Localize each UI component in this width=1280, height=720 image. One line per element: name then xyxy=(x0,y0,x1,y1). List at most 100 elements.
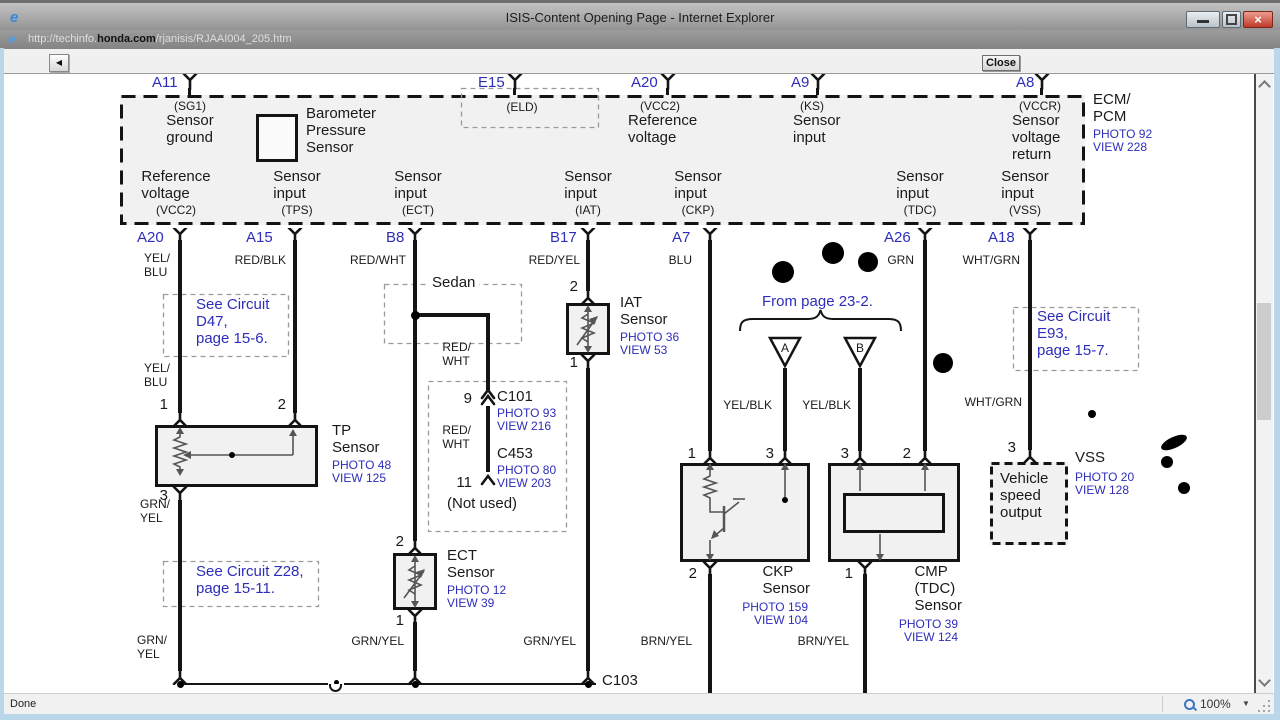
junction-dot xyxy=(176,680,184,688)
circuit-ref-link[interactable]: See Circuit E93, page 15-7. xyxy=(1037,308,1110,359)
window-frame-right xyxy=(1274,48,1280,720)
wire xyxy=(486,315,490,390)
pin-connector-icon xyxy=(916,226,934,245)
photo-link[interactable]: PHOTO 159 xyxy=(742,600,808,614)
photo-link[interactable]: PHOTO 20 xyxy=(1075,470,1134,484)
pin-number: 1 xyxy=(844,565,853,582)
wire xyxy=(1028,240,1032,450)
pin-label-a11: A11 xyxy=(152,74,178,91)
minimize-button[interactable] xyxy=(1186,11,1220,28)
view-link[interactable]: VIEW 53 xyxy=(620,343,667,357)
diagram-label: Sensor input xyxy=(674,168,722,202)
zoom-dropdown-icon[interactable]: ▼ xyxy=(1242,699,1250,708)
view-link[interactable]: VIEW 216 xyxy=(497,419,551,433)
pin-connector-icon xyxy=(479,472,497,488)
wire xyxy=(783,368,787,451)
circuit-ref-link[interactable]: See Circuit Z28, page 15-11. xyxy=(196,563,304,597)
close-window-button[interactable]: × xyxy=(1243,11,1273,28)
pin-connector-icon xyxy=(851,447,869,466)
view-link[interactable]: VIEW 128 xyxy=(1075,483,1129,497)
diagram-label: Sensor input xyxy=(793,112,841,146)
pin-connector-icon xyxy=(286,409,304,428)
wire xyxy=(178,500,182,671)
scroll-down-icon[interactable] xyxy=(1258,674,1271,687)
circuit-ref-link[interactable]: See Circuit D47, page 15-6. xyxy=(196,296,269,347)
photo-link[interactable]: PHOTO 80 xyxy=(497,463,556,477)
pin-number: 9 xyxy=(463,390,472,407)
pin-connector-icon xyxy=(1021,446,1039,465)
address-bar[interactable]: e http://techinfo.honda.com/rjanisis/RJA… xyxy=(0,30,1280,49)
status-separator xyxy=(1162,696,1163,712)
pin-connector-icon xyxy=(1033,72,1051,91)
pin-number: 2 xyxy=(395,533,404,550)
pin-number: 2 xyxy=(688,565,697,582)
pin-connector-icon xyxy=(406,537,424,556)
zoom-level[interactable]: 100% xyxy=(1200,697,1231,711)
diagram-label: (VCC2) xyxy=(155,203,197,217)
diagram-label: (VCC2) xyxy=(639,99,681,113)
view-link[interactable]: VIEW 228 xyxy=(1093,140,1147,154)
view-link[interactable]: VIEW 39 xyxy=(447,596,494,610)
diagram-label: Sensor input xyxy=(564,168,612,202)
photo-link[interactable]: PHOTO 92 xyxy=(1093,127,1152,141)
photo-link[interactable]: PHOTO 93 xyxy=(497,406,556,420)
photo-link[interactable]: PHOTO 36 xyxy=(620,330,679,344)
wire-color: YEL/BLK xyxy=(802,398,851,412)
pin-connector-icon xyxy=(506,72,524,91)
from-page-link[interactable]: From page 23-2. xyxy=(762,293,873,310)
vertical-scrollbar[interactable] xyxy=(1256,74,1273,693)
url-text[interactable]: http://techinfo.honda.com/rjanisis/RJAAI… xyxy=(28,33,292,45)
resize-grip[interactable] xyxy=(1258,700,1270,712)
connector-id: C101 xyxy=(497,388,533,405)
scrollbar-thumb[interactable] xyxy=(1257,303,1271,420)
pin-connector-icon xyxy=(701,226,719,245)
wire-color: BRN/YEL xyxy=(640,634,692,648)
view-link[interactable]: VIEW 124 xyxy=(904,630,958,644)
wire-color: GRN/YEL xyxy=(523,634,576,648)
diagram-label: (VSS) xyxy=(1008,203,1042,217)
pin-connector-icon xyxy=(286,226,304,245)
pin-label-a20: A20 xyxy=(137,229,164,246)
view-link[interactable]: VIEW 125 xyxy=(332,471,386,485)
ink-blob xyxy=(1088,410,1096,418)
pin-number: 3 xyxy=(1007,439,1016,456)
wire xyxy=(923,240,927,451)
photo-link[interactable]: PHOTO 48 xyxy=(332,458,391,472)
junction-dot xyxy=(410,310,420,320)
diagram-label: Sensor input xyxy=(896,168,944,202)
view-link[interactable]: VIEW 203 xyxy=(497,476,551,490)
pin-label-b17: B17 xyxy=(550,229,577,246)
diagram-label: (IAT) xyxy=(575,203,601,217)
diagram-label: Reference voltage xyxy=(141,168,211,202)
wire xyxy=(178,683,328,685)
maximize-button[interactable] xyxy=(1222,11,1241,28)
ink-blob xyxy=(772,261,794,283)
diagram-label: (KS) xyxy=(800,99,824,113)
url-path: /rjanisis/RJAAI004_205.htm xyxy=(155,33,292,45)
wire-color: BRN/YEL xyxy=(797,634,849,648)
back-button[interactable]: ◀ xyxy=(49,54,69,72)
wire-color: YEL/ BLU xyxy=(143,251,170,279)
pin-number: 2 xyxy=(277,396,286,413)
wire-color: GRN/ YEL xyxy=(140,497,170,525)
photo-link[interactable]: PHOTO 39 xyxy=(899,617,958,631)
scroll-up-icon[interactable] xyxy=(1258,80,1271,93)
wire-color: GRN/ YEL xyxy=(137,633,167,661)
diagram-label: Sensor input xyxy=(1001,168,1049,202)
url-domain: honda.com xyxy=(97,33,156,45)
wire xyxy=(178,240,182,413)
triangle-a-label: A xyxy=(780,341,790,355)
close-page-button[interactable]: Close xyxy=(982,55,1020,71)
pin-number: 3 xyxy=(840,445,849,462)
view-link[interactable]: VIEW 104 xyxy=(754,613,808,627)
photo-link[interactable]: PHOTO 12 xyxy=(447,583,506,597)
wire-color: RED/ WHT xyxy=(442,423,471,451)
diagram-label: Sensor ground xyxy=(166,112,214,146)
pin-connector-icon xyxy=(579,353,597,372)
diagram-label: Sensor voltage return xyxy=(1012,112,1061,163)
pin-number: 1 xyxy=(395,612,404,629)
ie-page-icon: e xyxy=(9,32,16,46)
wire xyxy=(708,240,712,451)
wire-color: RED/BLK xyxy=(234,253,286,267)
wire xyxy=(586,368,590,671)
